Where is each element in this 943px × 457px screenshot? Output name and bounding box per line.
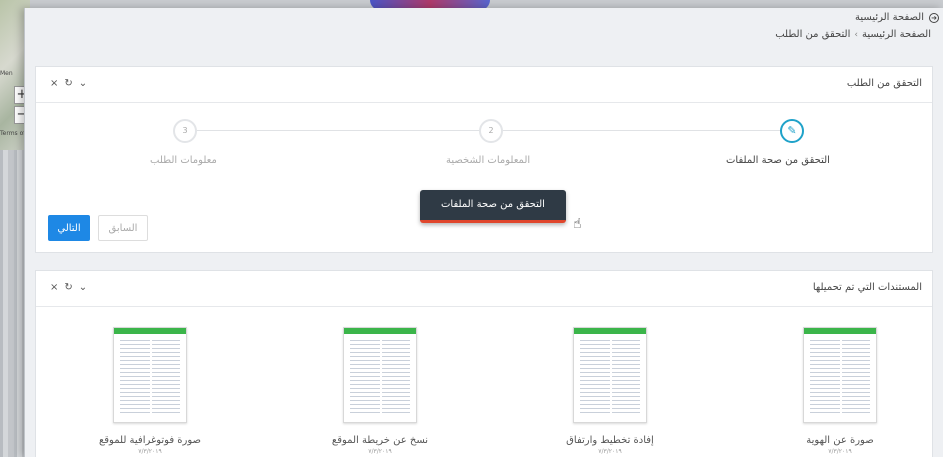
map-label: Men bbox=[0, 70, 13, 77]
breadcrumb-item-current: التحقق من الطلب bbox=[775, 29, 851, 40]
step-1-label: التحقق من صحة الملفات bbox=[726, 155, 830, 166]
step-2-circle[interactable]: 2 bbox=[479, 119, 503, 143]
chevron-down-icon[interactable]: ⌄ bbox=[79, 78, 87, 89]
step-2-label: المعلومات الشخصية bbox=[446, 155, 531, 166]
request-verification-panel: التحقق من الطلب × ↻ ⌄ ✎ التحقق من صحة ال… bbox=[35, 66, 933, 253]
document-thumbnail[interactable] bbox=[803, 327, 877, 423]
breadcrumb: الصفحة الرئيسية › التحقق من الطلب bbox=[775, 29, 931, 40]
close-icon[interactable]: × bbox=[50, 282, 58, 293]
document-thumbnail[interactable] bbox=[573, 327, 647, 423]
document-date: ٧/٣/٢٠١٩ bbox=[368, 448, 392, 455]
breadcrumb-separator: › bbox=[854, 29, 858, 40]
refresh-icon[interactable]: ↻ bbox=[64, 282, 72, 293]
document-date: ٧/٣/٢٠١٩ bbox=[598, 448, 622, 455]
document-thumbnail[interactable] bbox=[113, 327, 187, 423]
document-name: نسخ عن خريطة الموقع bbox=[331, 435, 429, 446]
tooltip: التحقق من صحة الملفات bbox=[420, 190, 566, 223]
step-connector bbox=[502, 130, 792, 131]
breadcrumb-area: ➜ الصفحة الرئيسية الصفحة الرئيسية › التح… bbox=[25, 8, 943, 66]
document-date: ٧/٣/٢٠١٩ bbox=[138, 448, 162, 455]
next-button[interactable]: التالي bbox=[48, 215, 90, 241]
document-thumbnail[interactable] bbox=[343, 327, 417, 423]
panel-tools: × ↻ ⌄ bbox=[50, 282, 87, 293]
home-link[interactable]: ➜ الصفحة الرئيسية bbox=[855, 12, 939, 23]
document-name: صورة عن الهوية bbox=[806, 435, 874, 446]
panel-tools: × ↻ ⌄ bbox=[50, 78, 87, 89]
home-icon: ➜ bbox=[929, 12, 939, 23]
step-3-label: معلومات الطلب bbox=[150, 155, 217, 166]
uploaded-documents-panel: المستندات التي تم تحميلها × ↻ ⌄ صورة عن … bbox=[35, 270, 933, 457]
document-item[interactable]: نسخ عن خريطة الموقع ٧/٣/٢٠١٩ bbox=[300, 327, 460, 455]
document-item[interactable]: إفادة تخطيط وارتفاق ٧/٣/٢٠١٩ bbox=[530, 327, 690, 455]
hand-cursor-icon: ☝ bbox=[573, 216, 582, 232]
panel-header: المستندات التي تم تحميلها × ↻ ⌄ bbox=[36, 271, 932, 307]
document-name: إفادة تخطيط وارتفاق bbox=[566, 435, 654, 446]
stepper: ✎ التحقق من صحة الملفات 2 المعلومات الشخ… bbox=[36, 117, 934, 177]
chevron-down-icon[interactable]: ⌄ bbox=[79, 282, 87, 293]
step-connector bbox=[196, 130, 496, 131]
previous-button[interactable]: السابق bbox=[98, 215, 148, 241]
document-item[interactable]: صورة فوتوغرافية للموقع ٧/٣/٢٠١٩ bbox=[70, 327, 230, 455]
document-item[interactable]: صورة عن الهوية ٧/٣/٢٠١٩ bbox=[760, 327, 920, 455]
step-3-circle[interactable]: 3 bbox=[173, 119, 197, 143]
refresh-icon[interactable]: ↻ bbox=[64, 78, 72, 89]
panel-title: المستندات التي تم تحميلها bbox=[812, 282, 922, 293]
document-date: ٧/٣/٢٠١٩ bbox=[828, 448, 852, 455]
panel-header: التحقق من الطلب × ↻ ⌄ bbox=[36, 67, 932, 103]
map-attribution: Terms of bbox=[0, 130, 26, 137]
close-icon[interactable]: × bbox=[50, 78, 58, 89]
breadcrumb-item-home[interactable]: الصفحة الرئيسية bbox=[862, 29, 931, 40]
modal-window: ➜ الصفحة الرئيسية الصفحة الرئيسية › التح… bbox=[24, 8, 943, 457]
panel-title: التحقق من الطلب bbox=[846, 78, 922, 89]
step-1-edit-icon[interactable]: ✎ bbox=[780, 119, 804, 143]
home-label: الصفحة الرئيسية bbox=[855, 12, 924, 23]
document-name: صورة فوتوغرافية للموقع bbox=[98, 435, 202, 446]
